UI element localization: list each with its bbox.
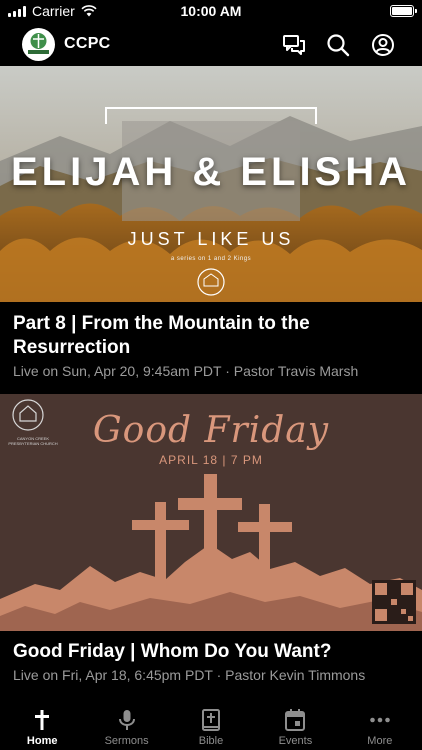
status-bar: Carrier 10:00 AM bbox=[0, 0, 422, 24]
calendar-icon bbox=[285, 709, 306, 731]
cross-icon bbox=[35, 710, 50, 730]
sermon-card-info[interactable]: Part 8 | From the Mountain to the Resurr… bbox=[0, 302, 422, 394]
artwork-title: Good Friday bbox=[92, 410, 330, 451]
microphone-icon bbox=[118, 710, 135, 730]
chat-icon[interactable] bbox=[281, 32, 307, 58]
sermon-title: Part 8 | From the Mountain to the Resurr… bbox=[13, 313, 310, 358]
search-icon[interactable] bbox=[325, 32, 351, 58]
tab-bible[interactable]: Bible bbox=[169, 701, 253, 750]
tab-label: Bible bbox=[198, 735, 224, 747]
tab-more[interactable]: More bbox=[338, 701, 422, 750]
tab-events[interactable]: Events bbox=[253, 701, 337, 750]
tab-sermons[interactable]: Sermons bbox=[84, 701, 168, 750]
sermon-title: Good Friday | Whom Do You Want? bbox=[13, 641, 332, 662]
tab-label: Home bbox=[26, 735, 58, 747]
sermon-artwork-good-friday[interactable]: CANYON CREEK PRESBYTERIAN CHURCH Good Fr… bbox=[0, 394, 422, 631]
tab-label: More bbox=[367, 735, 393, 747]
account-icon[interactable] bbox=[370, 32, 396, 58]
sermon-artwork-elijah[interactable]: ELIJAH & ELISHA JUST LIKE US a series on… bbox=[0, 66, 422, 302]
more-icon bbox=[370, 717, 390, 723]
app-title: CCPC bbox=[64, 35, 111, 52]
church-logo[interactable] bbox=[22, 28, 55, 61]
status-time: 10:00 AM bbox=[180, 3, 242, 19]
app-header: CCPC bbox=[0, 24, 422, 66]
tab-label: Sermons bbox=[104, 735, 149, 747]
logo-icon bbox=[22, 28, 55, 61]
tab-home[interactable]: Home bbox=[0, 701, 84, 750]
sermon-card-info[interactable]: Good Friday | Whom Do You Want? Live on … bbox=[0, 631, 422, 701]
tab-bar: Home Sermons Bible Events More bbox=[0, 701, 422, 750]
artwork-note: a series on 1 and 2 Kings bbox=[170, 256, 252, 262]
artwork-subtitle: JUST LIKE US bbox=[127, 229, 295, 249]
bible-icon bbox=[202, 709, 221, 731]
artwork-date: APRIL 18 | 7 PM bbox=[159, 453, 263, 467]
battery-fill bbox=[392, 7, 412, 15]
battery-icon bbox=[390, 5, 417, 17]
artwork-title: ELIJAH & ELISHA bbox=[10, 150, 412, 194]
sermon-subtitle: Live on Fri, Apr 18, 6:45pm PDT · Pastor… bbox=[13, 667, 366, 683]
sermon-subtitle: Live on Sun, Apr 20, 9:45am PDT · Pastor… bbox=[13, 363, 359, 379]
tab-label: Events bbox=[278, 735, 313, 747]
